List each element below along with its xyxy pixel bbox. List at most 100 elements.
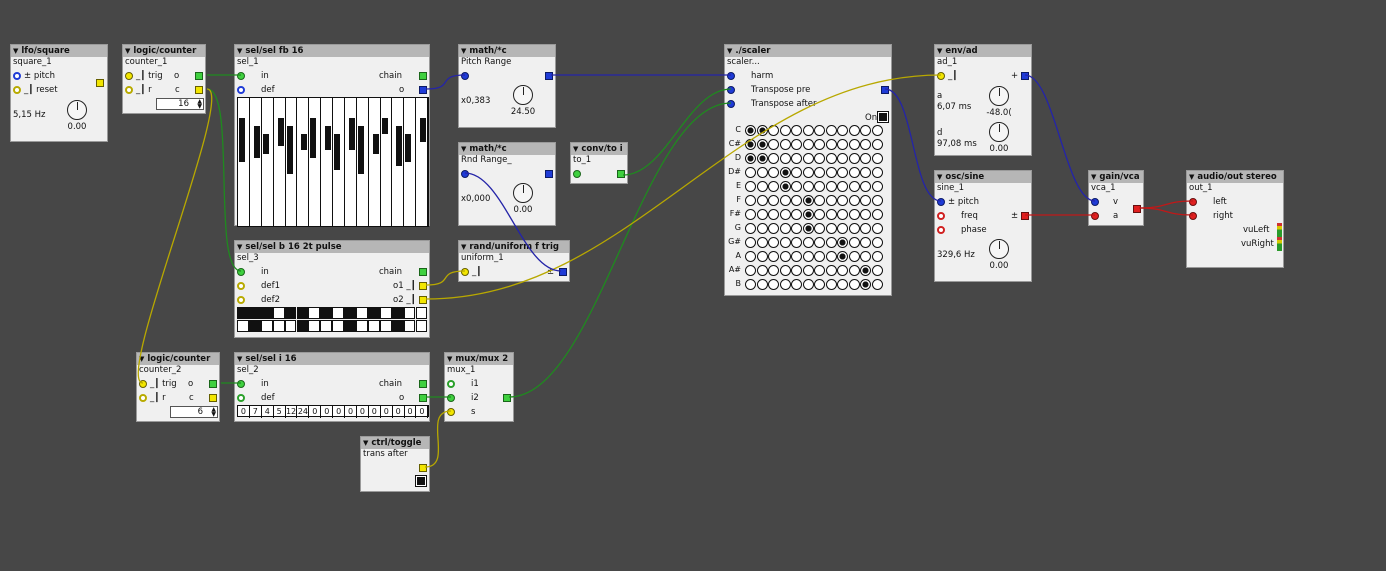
scale-cell[interactable] (848, 209, 860, 220)
in-inlet[interactable] (237, 268, 245, 276)
pitch-knob[interactable] (989, 239, 1009, 259)
scale-cell[interactable] (768, 153, 779, 164)
in-inlet[interactable] (237, 72, 245, 80)
scale-cell[interactable] (871, 195, 883, 206)
scale-cell[interactable] (745, 265, 756, 276)
fb-column[interactable] (309, 98, 322, 226)
fb-column[interactable] (344, 98, 357, 226)
mux-object[interactable]: ▼ mux/mux 2 mux_1 i1 i2 s (444, 352, 514, 422)
pulse-cell[interactable] (237, 320, 249, 332)
left-inlet[interactable] (1189, 198, 1197, 206)
pulse-cell[interactable] (332, 320, 345, 332)
int-values-row[interactable]: 0 7 4 5 12 24 0 0 0 0 0 0 0 0 0 0 (237, 405, 429, 418)
pulse-cell[interactable] (308, 320, 321, 332)
v-inlet[interactable] (1091, 198, 1099, 206)
scale-cell[interactable] (837, 125, 848, 136)
rand-outlet[interactable] (559, 268, 567, 276)
in-inlet[interactable] (461, 170, 469, 178)
scale-cell[interactable] (860, 251, 871, 262)
scale-cell[interactable] (837, 279, 848, 290)
scale-cell[interactable] (860, 279, 871, 290)
fb-column[interactable] (273, 98, 286, 226)
c-outlet[interactable] (195, 86, 203, 94)
pulse-cell[interactable] (237, 307, 249, 319)
scale-cell[interactable] (791, 209, 802, 220)
scale-cell[interactable] (768, 209, 779, 220)
scale-cell[interactable] (779, 167, 791, 178)
scaler-object[interactable]: ▼ ./scaler scaler... harm Transpose pre … (724, 44, 892, 296)
int-cell[interactable]: 12 (286, 406, 298, 418)
fb-column[interactable] (297, 98, 310, 226)
out-outlet[interactable] (503, 394, 511, 402)
object-header[interactable]: ▼ lfo/square (11, 45, 107, 57)
scale-cell[interactable] (825, 153, 837, 164)
scale-cell[interactable] (814, 279, 825, 290)
scale-cell[interactable] (848, 153, 860, 164)
conv-to-i-object[interactable]: ▼ conv/to i to_1 (570, 142, 628, 184)
scale-cell[interactable] (837, 251, 848, 262)
scale-cell[interactable] (768, 181, 779, 192)
wire-gain-left[interactable] (1138, 200, 1194, 209)
object-header[interactable]: ▼ gain/vca (1089, 171, 1143, 183)
scale-cell[interactable] (871, 139, 883, 150)
fb-column[interactable] (261, 98, 274, 226)
object-header[interactable]: ▼ logic/counter (123, 45, 205, 57)
collapse-icon[interactable]: ▼ (139, 355, 144, 363)
scale-cell[interactable] (860, 153, 871, 164)
pulse-cell[interactable] (260, 320, 273, 332)
scale-cell[interactable] (871, 279, 883, 290)
collapse-icon[interactable]: ▼ (573, 145, 578, 153)
scale-cell[interactable] (779, 153, 791, 164)
int-cell[interactable]: 0 (393, 406, 405, 418)
scale-cell[interactable] (814, 195, 825, 206)
collapse-icon[interactable]: ▼ (937, 47, 942, 55)
pulse-pattern-grid[interactable] (237, 307, 428, 333)
sel-b-object[interactable]: ▼ sel/sel b 16 2t pulse sel_3 in def1 de… (234, 240, 430, 338)
harm-inlet[interactable] (727, 72, 735, 80)
scale-cell[interactable] (825, 223, 837, 234)
scale-cell[interactable] (837, 237, 848, 248)
pulse-cell[interactable] (284, 320, 297, 332)
fb-column[interactable] (321, 98, 333, 226)
scale-cell[interactable] (768, 279, 779, 290)
max-count-field[interactable]: 6 ▲ ▼ (170, 406, 218, 418)
scale-cell[interactable] (825, 209, 837, 220)
collapse-icon[interactable]: ▼ (1091, 173, 1096, 181)
collapse-icon[interactable]: ▼ (461, 47, 466, 55)
int-cell[interactable]: 0 (238, 406, 250, 418)
scale-cell[interactable] (756, 265, 768, 276)
in-inlet[interactable] (237, 380, 245, 388)
scale-cell[interactable] (802, 223, 814, 234)
int-cell[interactable]: 5 (274, 406, 286, 418)
int-cell[interactable]: 0 (381, 406, 393, 418)
int-cell[interactable]: 0 (417, 406, 429, 418)
scale-cell[interactable] (860, 125, 871, 136)
scale-cell[interactable] (802, 195, 814, 206)
int-cell[interactable]: 0 (357, 406, 369, 418)
o-outlet[interactable] (419, 394, 427, 402)
fb-column[interactable] (249, 98, 262, 226)
scale-cell[interactable] (860, 167, 871, 178)
pulse-cell[interactable] (320, 320, 333, 332)
scale-cell[interactable] (756, 181, 768, 192)
out-outlet[interactable] (1133, 205, 1141, 213)
int-cell[interactable]: 0 (369, 406, 381, 418)
scale-cell[interactable] (871, 209, 883, 220)
scale-cell[interactable] (745, 251, 756, 262)
pulse-cell[interactable] (344, 320, 356, 332)
spinner-icon[interactable]: ▲ ▼ (197, 99, 202, 110)
s-inlet[interactable] (447, 408, 455, 416)
pulse-cell[interactable] (308, 307, 321, 319)
pulse-cell[interactable] (356, 320, 368, 332)
scale-cell[interactable] (768, 237, 779, 248)
scale-cell[interactable] (825, 279, 837, 290)
scale-cell[interactable] (802, 139, 814, 150)
scale-cell[interactable] (837, 167, 848, 178)
out-outlet[interactable] (881, 86, 889, 94)
scale-cell[interactable] (837, 153, 848, 164)
collapse-icon[interactable]: ▼ (237, 243, 242, 251)
collapse-icon[interactable]: ▼ (937, 173, 942, 181)
pulse-cell[interactable] (403, 320, 416, 332)
scale-cell[interactable] (825, 265, 837, 276)
audio-out-object[interactable]: ▼ audio/out stereo out_1 left right vuLe… (1186, 170, 1284, 268)
